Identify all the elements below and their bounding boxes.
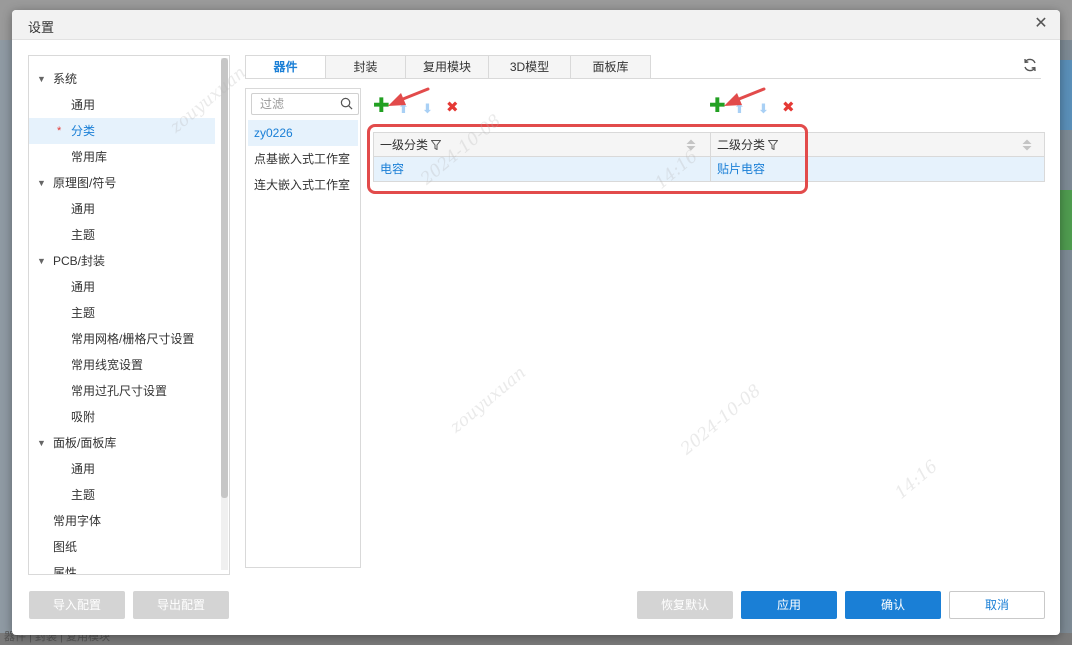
library-filter	[251, 93, 359, 115]
tree-item-label: 主题	[71, 228, 96, 242]
tree-scrollbar[interactable]	[221, 58, 228, 570]
cancel-button[interactable]: 取消	[949, 591, 1045, 619]
tree-item-label: 常用过孔尺寸设置	[71, 384, 168, 398]
dialog-title: 设置	[28, 20, 55, 35]
tree-item-general[interactable]: 通用	[29, 92, 215, 118]
tree-item-schematic-symbol[interactable]: ▼ 原理图/符号	[29, 170, 215, 196]
settings-dialog: 设置 ✕ ▼ 系统 通用 * 分类 常用库 ▼ 原理图/符号 通用 主题 ▼ P…	[12, 10, 1060, 635]
tree-item-common-library[interactable]: 常用库	[29, 144, 215, 170]
caret-down-icon[interactable]: ▼	[37, 248, 46, 274]
tree-item-snap[interactable]: 吸附	[29, 404, 215, 430]
tree-item-label: 通用	[71, 462, 96, 476]
tree-item-label: 属性	[53, 566, 78, 575]
tree-item-pcb-general[interactable]: 通用	[29, 274, 215, 300]
tree-item-via-size[interactable]: 常用过孔尺寸设置	[29, 378, 215, 404]
tree-item-pcb-footprint[interactable]: ▼ PCB/封装	[29, 248, 215, 274]
tab-divider	[245, 78, 1041, 79]
caret-down-icon[interactable]: ▼	[37, 66, 46, 92]
tab-panel-library[interactable]: 面板库	[570, 55, 651, 79]
settings-tree: ▼ 系统 通用 * 分类 常用库 ▼ 原理图/符号 通用 主题 ▼ PCB/封装…	[28, 55, 230, 575]
library-item[interactable]: 点基嵌入式工作室	[248, 146, 358, 172]
watermark-text: zouyuxuan	[446, 362, 530, 438]
tree-item-label: 通用	[71, 280, 96, 294]
annotation-highlight-box	[367, 124, 808, 194]
annotation-arrow-icon	[724, 87, 766, 106]
refresh-icon[interactable]	[1022, 57, 1038, 73]
sort-icon[interactable]	[1022, 139, 1032, 151]
delete-icon[interactable]: ✖	[446, 99, 459, 117]
tree-item-pcb-theme[interactable]: 主题	[29, 300, 215, 326]
tab-footprint[interactable]: 封装	[325, 55, 406, 79]
library-list: zy0226 点基嵌入式工作室 连大嵌入式工作室	[245, 88, 361, 568]
tree-item-label: 原理图/符号	[53, 176, 117, 190]
close-icon[interactable]: ✕	[1032, 15, 1050, 33]
tree-item-schematic-theme[interactable]: 主题	[29, 222, 215, 248]
tree-item-label: 系统	[53, 72, 78, 86]
tree-item-common-font[interactable]: 常用字体	[29, 508, 215, 534]
tree-item-panel-library[interactable]: ▼ 面板/面板库	[29, 430, 215, 456]
tab-component[interactable]: 器件	[245, 55, 326, 79]
tree-item-system[interactable]: ▼ 系统	[29, 66, 215, 92]
tree-item-label: 主题	[71, 488, 96, 502]
caret-down-icon[interactable]: ▼	[37, 430, 46, 456]
library-item[interactable]: 连大嵌入式工作室	[248, 172, 358, 198]
tree-scrollbar-thumb[interactable]	[221, 58, 228, 498]
background-left-panel	[0, 40, 12, 645]
tree-item-label: 主题	[71, 306, 96, 320]
confirm-button[interactable]: 确认	[845, 591, 941, 619]
caret-down-icon[interactable]: ▼	[37, 170, 46, 196]
tree-item-schematic-general[interactable]: 通用	[29, 196, 215, 222]
export-config-button[interactable]: 导出配置	[133, 591, 229, 619]
tab-reuse-module[interactable]: 复用模块	[405, 55, 489, 79]
apply-button[interactable]: 应用	[741, 591, 837, 619]
tree-item-label: 通用	[71, 202, 96, 216]
tree-item-label: 常用字体	[53, 514, 102, 528]
tree-item-label: 图纸	[53, 540, 78, 554]
library-item[interactable]: zy0226	[248, 120, 358, 146]
dialog-titlebar: 设置 ✕	[12, 10, 1060, 40]
tab-3d-model[interactable]: 3D模型	[488, 55, 571, 79]
delete-icon[interactable]: ✖	[782, 99, 795, 117]
tree-item-drawing[interactable]: 图纸	[29, 534, 215, 560]
tree-item-label: 常用库	[71, 150, 108, 164]
tree-item-panel-theme[interactable]: 主题	[29, 482, 215, 508]
search-icon[interactable]	[340, 97, 353, 110]
tree-item-label: 分类	[71, 124, 96, 138]
tree-item-line-width[interactable]: 常用线宽设置	[29, 352, 215, 378]
tree-item-label: PCB/封装	[53, 254, 106, 268]
restore-default-button[interactable]: 恢复默认	[637, 591, 733, 619]
tree-item-label: 常用线宽设置	[71, 358, 144, 372]
tree-item-label: 通用	[71, 98, 96, 112]
tree-item-category[interactable]: * 分类	[29, 118, 215, 144]
watermark-text: 14:16	[891, 456, 942, 504]
tree-item-attributes[interactable]: 属性	[29, 560, 215, 575]
tree-item-label: 面板/面板库	[53, 436, 117, 450]
background-right-panel	[1060, 40, 1072, 645]
modified-marker: *	[57, 125, 62, 137]
library-filter-input[interactable]	[252, 94, 336, 114]
import-config-button[interactable]: 导入配置	[29, 591, 125, 619]
tree-item-panel-general[interactable]: 通用	[29, 456, 215, 482]
annotation-arrow-icon	[388, 87, 430, 106]
tree-item-grid-size[interactable]: 常用网格/栅格尺寸设置	[29, 326, 215, 352]
tree-item-label: 常用网格/栅格尺寸设置	[71, 332, 195, 346]
tree-item-label: 吸附	[71, 410, 96, 424]
watermark-text: 2024-10-08	[677, 380, 765, 460]
